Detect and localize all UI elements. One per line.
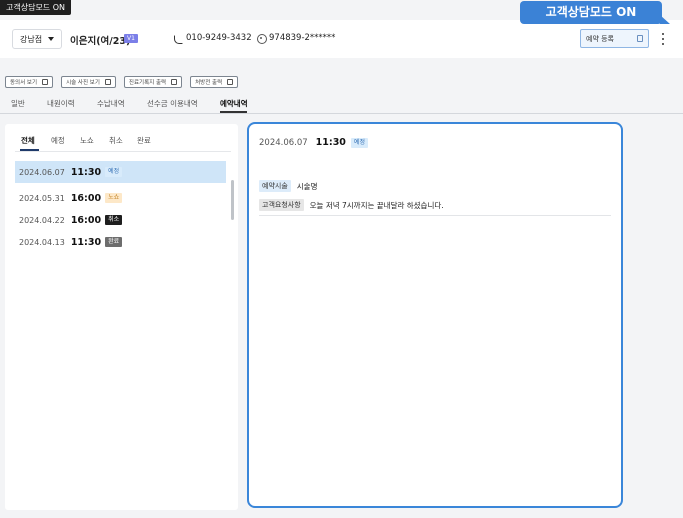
detail-date: 2024.06.07 [259, 137, 308, 148]
action-toolbar: 동의서 보기 시술 사진 보기 진료기록지 출력 처방전 출력 [5, 76, 239, 88]
status-filter-tabs: 전체 예정 노쇼 취소 완료 [5, 132, 238, 152]
photo-view-button[interactable]: 시술 사진 보기 [61, 76, 116, 88]
patient-header: 강남점 이은지(여/23) V1 010-9249-3432 974839-2*… [0, 20, 683, 58]
main-tabs: 일반 내원이력 수납내역 선수금 이용내역 예약내역 [0, 96, 683, 114]
list-scrollbar[interactable] [231, 180, 234, 220]
appointment-date: 2024.06.07 [19, 167, 65, 177]
procedure-row: 예약시술 시술명 [259, 180, 317, 192]
detail-status-badge: 예정 [350, 137, 368, 148]
record-print-button[interactable]: 진료기록지 출력 [123, 76, 183, 88]
appointment-time: 11:30 [70, 236, 102, 248]
appointment-time: 16:00 [70, 192, 102, 204]
filter-completed[interactable]: 완료 [137, 135, 151, 146]
appointment-item[interactable]: 2024.05.31 16:00 노쇼 [15, 187, 226, 209]
photo-view-label: 시술 사진 보기 [66, 80, 100, 86]
filter-noshow[interactable]: 노쇼 [80, 135, 94, 146]
appointment-date: 2024.04.22 [19, 215, 65, 225]
calendar-icon [637, 35, 643, 42]
appointment-detail-panel: 2024.06.07 11:30 예정 예약시술 시술명 고객요청사항 오늘 저… [247, 122, 623, 508]
branch-select[interactable]: 강남점 [12, 29, 62, 49]
appointment-item[interactable]: 2024.04.13 11:30 완료 [15, 231, 226, 253]
appointment-time: 11:30 [70, 166, 102, 178]
rrn-number: 974839-2****** [269, 33, 336, 43]
request-row: 고객요청사항 오늘 저녁 7시까지는 끝내달라 하셨습니다. [259, 199, 444, 211]
appointment-item[interactable]: 2024.04.22 16:00 취소 [15, 209, 226, 231]
procedure-label: 예약시술 [259, 180, 291, 192]
status-badge: 완료 [105, 237, 123, 247]
phone-icon [174, 34, 182, 43]
filter-cancelled[interactable]: 취소 [109, 135, 123, 146]
patient-phone: 010-9249-3432 [174, 33, 252, 43]
id-icon [257, 33, 267, 44]
branch-label: 강남점 [20, 34, 43, 44]
patient-name: 이은지(여/23) [70, 36, 131, 47]
tier-badge: V1 [124, 34, 138, 43]
status-badge: 노쇼 [105, 193, 123, 203]
divider [259, 215, 611, 216]
consult-mode-badge: 고객상담모드 ON [0, 0, 71, 15]
request-label: 고객요청사항 [259, 199, 304, 211]
detail-time: 11:30 [315, 137, 346, 148]
tab-visit-history[interactable]: 내원이력 [47, 98, 75, 109]
printer-icon [227, 79, 234, 85]
status-badge: 취소 [105, 215, 123, 225]
tab-general[interactable]: 일반 [11, 98, 25, 109]
request-value: 오늘 저녁 7시까지는 끝내달라 하셨습니다. [309, 200, 444, 210]
divider [15, 151, 231, 152]
caret-down-icon [48, 37, 55, 41]
printer-icon [171, 79, 178, 85]
more-menu-icon[interactable] [661, 33, 665, 45]
consult-tooltip-text: 고객상담모드 ON [545, 5, 637, 19]
prescription-print-label: 처방전 출력 [195, 80, 223, 86]
consent-view-button[interactable]: 동의서 보기 [5, 76, 54, 88]
appointment-time: 16:00 [70, 214, 102, 226]
phone-number: 010-9249-3432 [186, 33, 252, 43]
detail-header: 2024.06.07 11:30 예정 [259, 137, 368, 148]
status-badge: 예정 [105, 167, 123, 177]
patient-rrn: 974839-2****** [257, 33, 336, 44]
tab-payment-history[interactable]: 수납내역 [97, 98, 125, 109]
book-appointment-button[interactable]: 예약 등록 [580, 29, 649, 48]
filter-all[interactable]: 전체 [21, 135, 35, 146]
appointment-date: 2024.04.13 [19, 237, 65, 247]
document-icon [42, 79, 49, 85]
tooltip-tail [660, 15, 670, 24]
appointment-item[interactable]: 2024.06.07 11:30 예정 [15, 161, 226, 183]
appointment-list-panel: 전체 예정 노쇼 취소 완료 2024.06.07 11:30 예정 2024.… [5, 124, 238, 510]
prescription-print-button[interactable]: 처방전 출력 [190, 76, 239, 88]
tab-prepaid-usage[interactable]: 선수금 이용내역 [147, 98, 198, 109]
record-print-label: 진료기록지 출력 [128, 80, 167, 86]
procedure-value: 시술명 [296, 181, 318, 191]
active-tab-indicator [220, 111, 247, 113]
consent-view-label: 동의서 보기 [10, 80, 38, 86]
camera-icon [104, 79, 111, 85]
filter-scheduled[interactable]: 예정 [51, 135, 65, 146]
book-appointment-label: 예약 등록 [586, 34, 614, 43]
appointment-date: 2024.05.31 [19, 193, 65, 203]
consult-mode-tooltip: 고객상담모드 ON [520, 1, 670, 24]
tab-appointments[interactable]: 예약내역 [220, 98, 248, 109]
